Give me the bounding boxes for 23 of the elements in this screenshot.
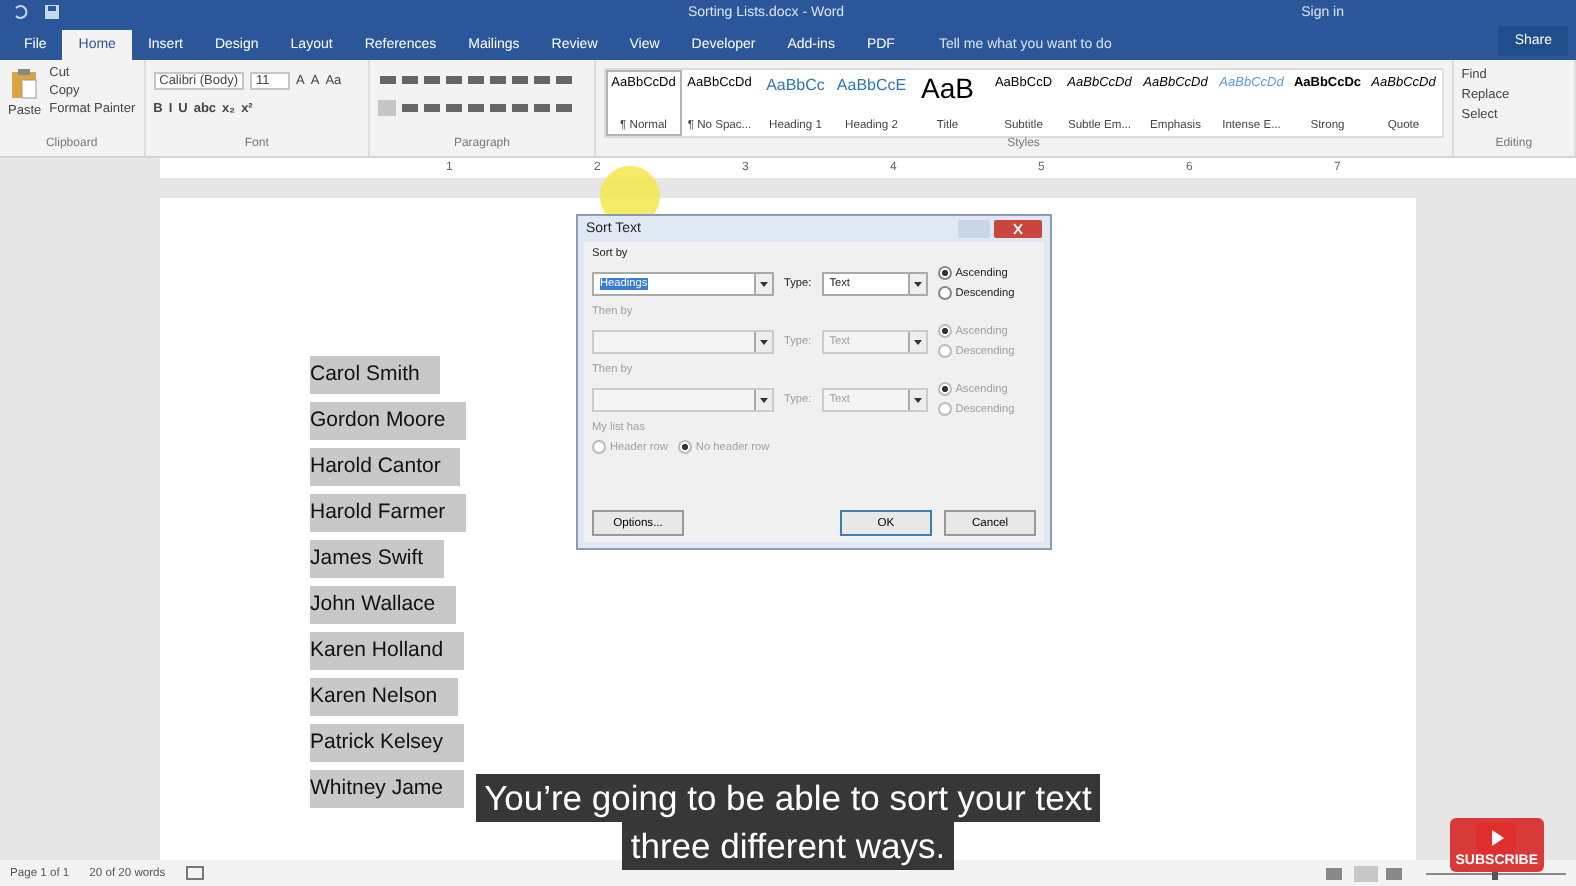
- proofing-icon[interactable]: [185, 866, 204, 880]
- close-icon[interactable]: [994, 220, 1042, 238]
- caret-icon[interactable]: [907, 331, 926, 351]
- play-icon: [1476, 822, 1517, 854]
- selected-text: Karen Holland: [310, 632, 464, 670]
- selected-text: Karen Nelson: [310, 678, 458, 716]
- subtitle-caption: three different ways.: [622, 822, 954, 870]
- caret-icon[interactable]: [754, 273, 772, 293]
- undo-icon[interactable]: [12, 4, 28, 20]
- selected-text: James Swift: [310, 540, 444, 578]
- selected-text: John Wallace: [310, 586, 456, 624]
- selected-text: Gordon Moore: [310, 402, 466, 440]
- selected-text: Patrick Kelsey: [310, 724, 464, 762]
- caret-icon[interactable]: [907, 273, 926, 293]
- selected-text: Harold Farmer: [310, 494, 466, 532]
- clipboard-icon[interactable]: [10, 68, 39, 100]
- subtitle-caption: You’re going to be able to sort your text: [476, 774, 1100, 822]
- selected-text: Whitney Jame: [310, 770, 464, 808]
- selected-text: Harold Cantor: [310, 448, 461, 486]
- caret-icon[interactable]: [907, 389, 926, 409]
- view-modes-icon[interactable]: [1326, 865, 1406, 881]
- selected-text: Carol Smith: [310, 356, 440, 394]
- save-icon[interactable]: [44, 4, 60, 20]
